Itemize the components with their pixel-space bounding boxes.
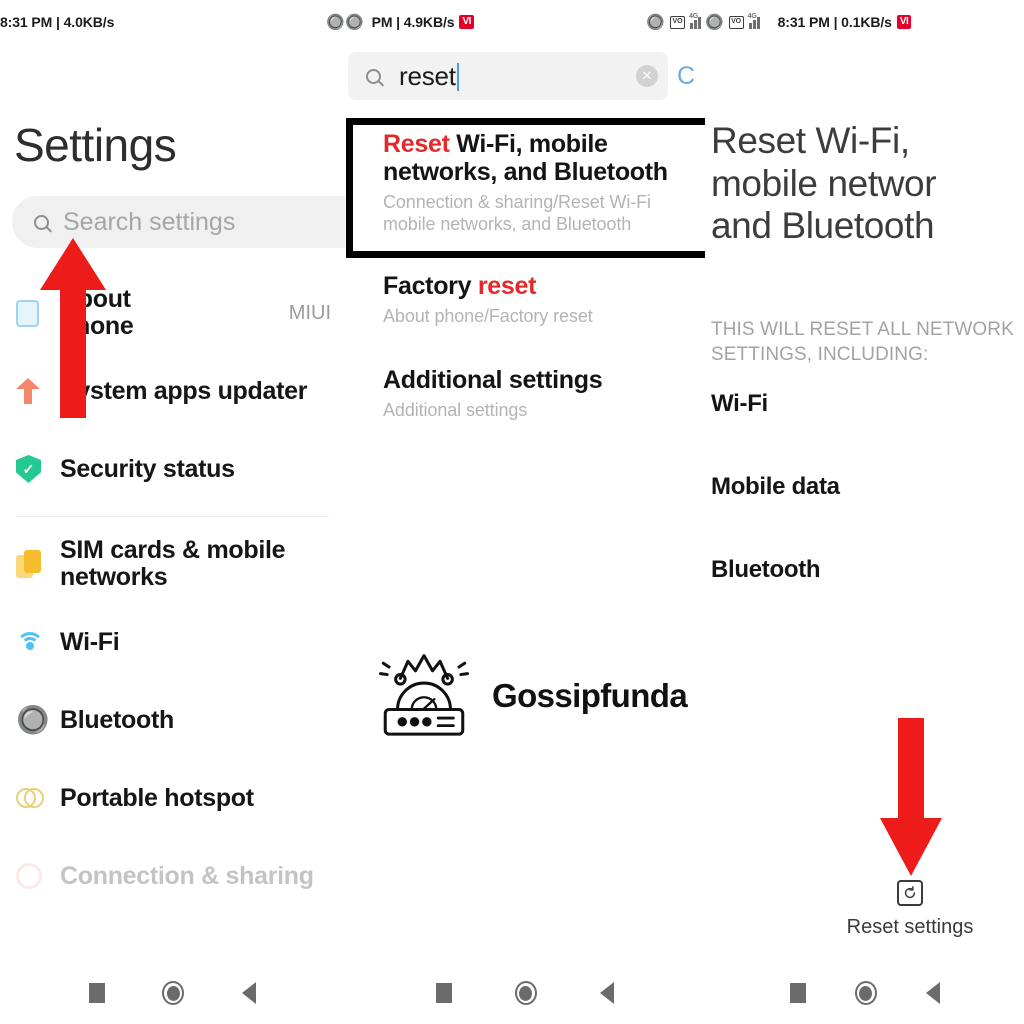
clear-icon[interactable]: ✕ [636,65,658,87]
carrier-badge: VI [896,15,912,29]
result-title: Factory reset [383,272,705,300]
wifi-calling-icon: VO [670,15,685,29]
list-item-label: Portable hotspot [60,783,254,812]
wifi-icon [16,632,60,652]
nav-bar-left [0,962,345,1024]
sidebar-item-wifi[interactable]: Wi-Fi [0,603,345,681]
status-icons: 🔘 VO 4G [705,13,764,31]
watermark: Gossipfunda [372,648,688,743]
list-item-value: MIUI [288,301,331,324]
list-item-label: Bluetooth [60,705,174,734]
sidebar-item-portable-hotspot[interactable]: Portable hotspot [0,759,345,837]
back-icon[interactable] [599,982,614,1004]
bluetooth-icon: 🔘 [705,13,724,31]
search-icon [34,214,49,230]
sim-card-icon [16,549,60,579]
watermark-text: Gossipfunda [492,676,688,714]
result-title: Additional settings [383,366,603,394]
panel-search-results: 🔘 PM | 4.9KB/s VI 🔘 VO 4G reset ✕ C Rese… [345,0,705,1024]
search-value-wrap: reset [399,61,459,92]
panel-reset-network: 🔘 VO 4G 8:31 PM | 0.1KB/s VI Reset Wi-Fi… [705,0,1024,1024]
result-subtitle: Additional settings [383,400,528,420]
result-title-highlight: Reset [383,130,450,158]
result-subtitle: Connection & sharing/Reset Wi-Fi mobile … [383,192,651,234]
status-bar-left: 8:31 PM | 4.0KB/s 🔘 [0,0,345,44]
sidebar-item-security-status[interactable]: Security status [0,430,345,508]
nav-bar-middle [345,962,705,1024]
panel-settings-home: 8:31 PM | 4.0KB/s 🔘 Settings Search sett… [0,0,345,1024]
gossipfunda-logo [372,648,476,743]
recents-icon[interactable] [88,983,105,1003]
shield-check-icon [16,455,60,483]
result-title-prefix: Factory [383,272,478,300]
annotation-arrow-down [878,718,944,876]
bluetooth-icon: 🔘 [646,13,665,31]
search-placeholder: Search settings [63,207,236,236]
status-clock: PM | 4.9KB/s [371,14,455,30]
search-result-item-additional-settings[interactable]: Additional settings Additional settings [383,366,705,422]
bluetooth-icon: 🔘 [345,13,364,31]
signal-icon: 4G [689,13,705,29]
hotspot-icon [16,785,60,811]
home-icon[interactable] [854,981,877,1005]
wifi-calling-icon: VO [728,15,744,29]
signal-icon: 4G [748,13,764,29]
nav-bar-right [705,962,1024,1024]
list-item-label: Wi-Fi [60,627,120,656]
carrier-badge: VI [459,15,474,29]
reset-settings-label: Reset settings [846,916,974,938]
bluetooth-icon: 🔘 [326,13,345,31]
status-bar-right: 🔘 VO 4G 8:31 PM | 0.1KB/s VI [705,0,1024,44]
sidebar-item-connection-sharing[interactable]: Connection & sharing [0,837,345,915]
list-item-label: Security status [60,454,235,483]
reset-icon [897,880,923,906]
result-subtitle: About phone/Factory reset [383,306,593,326]
page-title: Reset Wi-Fi, mobile networ and Bluetooth [711,120,937,247]
result-title-highlight: reset [477,272,537,300]
status-icons: 🔘 [326,15,345,30]
list-item: Wi-Fi [711,390,768,417]
text-cursor [456,62,459,91]
status-clock: 8:31 PM | 0.1KB/s [777,14,892,30]
list-item-label: SIM cards & mobile networks [60,536,286,591]
home-icon[interactable] [162,981,185,1005]
screenshot-collage: 8:31 PM | 4.0KB/s 🔘 Settings Search sett… [0,0,1024,1024]
search-result-item-factory-reset[interactable]: Factory reset About phone/Factory reset [383,272,705,328]
search-value: reset [399,60,456,91]
status-bar-middle: 🔘 PM | 4.9KB/s VI 🔘 VO 4G [345,0,705,44]
cancel-button[interactable]: C [677,62,695,91]
search-icon [366,68,381,84]
home-icon[interactable] [514,981,537,1005]
reset-settings-button[interactable]: Reset settings [805,880,1015,939]
status-icons: 🔘 VO 4G [646,13,705,31]
search-result-item-reset-wifi[interactable]: Reset Wi-Fi, mobile networks, and Blueto… [383,130,705,235]
recents-icon[interactable] [436,983,453,1003]
connection-sharing-icon [16,863,60,889]
search-input-active[interactable]: reset ✕ [348,52,668,100]
status-clock: 8:31 PM | 4.0KB/s [0,14,115,30]
page-title: Settings [14,119,177,171]
back-icon[interactable] [925,982,940,1004]
list-item: Bluetooth [711,556,821,583]
sidebar-item-bluetooth[interactable]: 🔘 Bluetooth [0,681,345,759]
list-item: Mobile data [711,473,840,500]
bluetooth-icon: 🔘 [16,704,50,735]
annotation-arrow-up [38,238,108,418]
list-item-label: Connection & sharing [60,861,314,890]
sidebar-item-sim-cards[interactable]: SIM cards & mobile networks [0,525,345,603]
reset-description: THIS WILL RESET ALL NETWORK SETTINGS, IN… [711,319,1014,365]
result-title: Reset Wi-Fi, mobile networks, and Blueto… [383,130,705,186]
back-icon[interactable] [242,982,257,1004]
list-divider [16,516,329,517]
affected-items-list: Wi-Fi Mobile data Bluetooth [711,390,1011,639]
recents-icon[interactable] [789,983,806,1003]
